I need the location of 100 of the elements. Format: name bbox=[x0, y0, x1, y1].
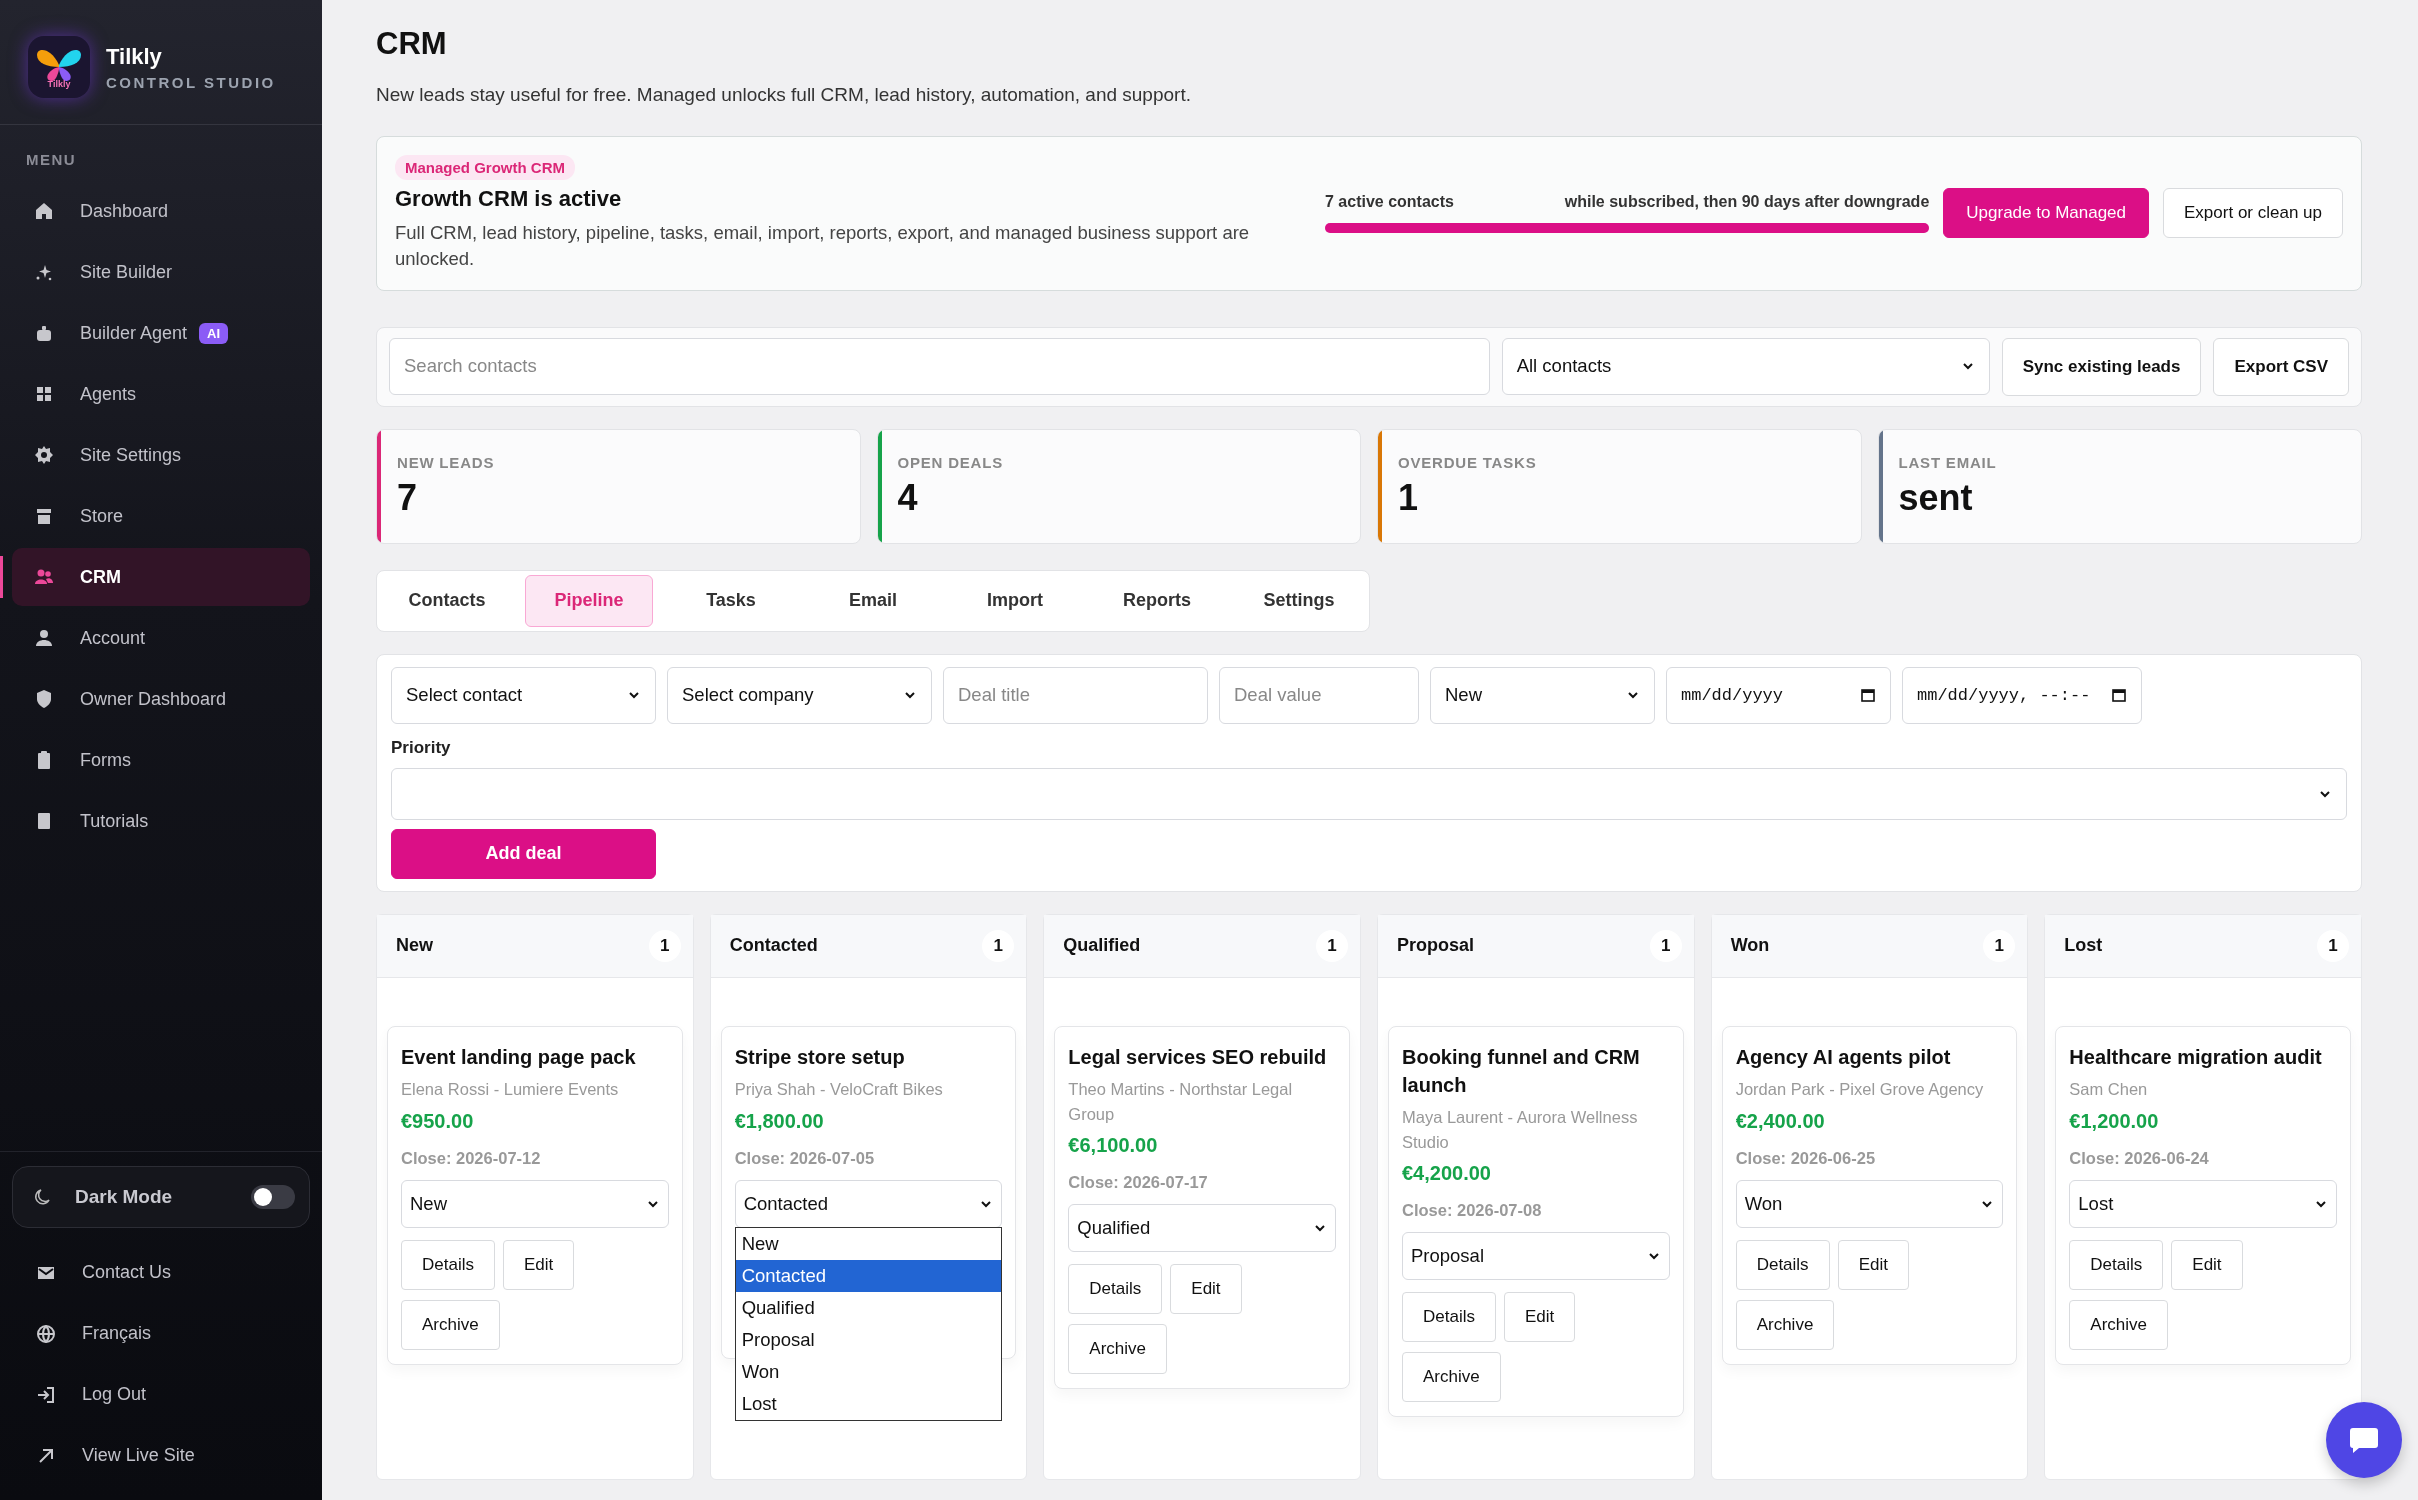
nav-item[interactable]: Agents bbox=[12, 365, 310, 423]
tab[interactable]: Import bbox=[951, 574, 1079, 627]
moon-icon bbox=[33, 1188, 51, 1206]
column-title: Won bbox=[1730, 935, 1770, 957]
stat-label: OPEN DEALS bbox=[897, 453, 1004, 471]
card-action-button[interactable]: Archive bbox=[1068, 1324, 1167, 1375]
globe-icon bbox=[36, 1323, 56, 1344]
dropdown-option[interactable]: Proposal bbox=[735, 1323, 1002, 1356]
column-title: New bbox=[396, 935, 433, 957]
dark-mode-label: Dark Mode bbox=[75, 1186, 174, 1208]
nav-item[interactable]: Builder Agent AI bbox=[12, 304, 310, 362]
stat-value: sent bbox=[1898, 476, 1974, 519]
card-action-button[interactable]: Archive bbox=[401, 1299, 500, 1350]
column-title: Lost bbox=[2064, 935, 2103, 957]
users-icon bbox=[34, 567, 54, 587]
card-action-button[interactable]: Archive bbox=[2069, 1299, 2168, 1350]
nav-item[interactable]: Store bbox=[12, 487, 310, 545]
deal-title: Stripe store setup bbox=[734, 1044, 906, 1070]
footer-link[interactable]: Contact Us bbox=[12, 1242, 310, 1303]
nav-item[interactable]: Owner Dashboard bbox=[12, 670, 310, 728]
card-action-button[interactable]: Archive bbox=[1402, 1352, 1501, 1403]
card-action-button[interactable]: Details bbox=[1402, 1292, 1496, 1343]
menu-heading: MENU bbox=[25, 150, 78, 170]
card-action-button[interactable]: Edit bbox=[1503, 1292, 1576, 1343]
deal-value: €950.00 bbox=[401, 1109, 475, 1133]
stage-dropdown[interactable]: Qualified bbox=[1068, 1204, 1336, 1253]
toolbar-button[interactable]: Sync existing leads bbox=[2001, 337, 2202, 396]
close-date: Close: 2026-07-08 bbox=[1402, 1201, 1543, 1221]
tab[interactable]: Pipeline bbox=[525, 574, 653, 627]
export-button[interactable]: Export or clean up bbox=[2163, 188, 2343, 239]
card-action-button[interactable]: Edit bbox=[502, 1239, 575, 1290]
nav-item[interactable]: Dashboard bbox=[12, 182, 310, 240]
dropdown-option[interactable]: Lost bbox=[735, 1387, 1002, 1420]
contact-filter-dropdown[interactable]: All contacts bbox=[1501, 337, 1990, 395]
tab[interactable]: Email bbox=[809, 574, 937, 627]
card-action-button[interactable]: Archive bbox=[1735, 1299, 1835, 1350]
chat-bubble-icon bbox=[2349, 1426, 2379, 1454]
usage-note: while subscribed, then 90 days after downgrade bbox=[1564, 193, 1930, 212]
deal-title: Healthcare migration audit bbox=[2069, 1044, 2323, 1070]
plan-badge: Managed Growth CRM bbox=[395, 155, 575, 180]
count-badge: 1 bbox=[648, 929, 681, 962]
close-date: Close: 2026-06-24 bbox=[2069, 1148, 2210, 1168]
stage-dropdown[interactable]: Won bbox=[1735, 1179, 2004, 1228]
stage-dropdown[interactable]: Contacted bbox=[734, 1179, 1003, 1228]
tab[interactable]: Contacts bbox=[383, 574, 511, 627]
stage-dropdown[interactable]: Lost bbox=[2069, 1179, 2337, 1228]
search-field[interactable]: Search contacts bbox=[389, 337, 1490, 395]
deal-value: €2,400.00 bbox=[1735, 1109, 1826, 1133]
date-field[interactable]: mm/dd/yyyy bbox=[1666, 666, 1891, 724]
dropdown-option[interactable]: Won bbox=[735, 1355, 1002, 1388]
card-action-button[interactable]: Details bbox=[2069, 1239, 2164, 1290]
dropdown-option[interactable]: Qualified bbox=[735, 1291, 1002, 1324]
card-action-button[interactable]: Edit bbox=[2171, 1239, 2243, 1290]
card-action-button[interactable]: Details bbox=[401, 1239, 495, 1290]
card-action-button[interactable]: Edit bbox=[1170, 1264, 1242, 1315]
card-action-button[interactable]: Edit bbox=[1837, 1239, 1909, 1290]
form-dropdown[interactable]: Select company bbox=[667, 666, 932, 724]
column-title: Contacted bbox=[729, 935, 818, 957]
page-title: CRM bbox=[376, 26, 448, 62]
shield-icon bbox=[34, 689, 54, 709]
stat-label: NEW LEADS bbox=[397, 453, 496, 471]
card-action-button[interactable]: Details bbox=[1735, 1239, 1830, 1290]
stage-dropdown[interactable]: New bbox=[401, 1179, 669, 1228]
nav-item[interactable]: Account bbox=[12, 609, 310, 667]
login-icon bbox=[36, 1384, 56, 1405]
dropdown-option[interactable]: Contacted bbox=[735, 1259, 1002, 1292]
chat-button[interactable] bbox=[2326, 1402, 2402, 1478]
toolbar-button[interactable]: Export CSV bbox=[2213, 337, 2349, 396]
deal-contact: Elena Rossi - Lumiere Events bbox=[401, 1078, 620, 1100]
footer-link[interactable]: Français bbox=[12, 1303, 310, 1364]
form-dropdown[interactable]: New bbox=[1430, 666, 1655, 724]
upgrade-button[interactable]: Upgrade to Managed bbox=[1943, 188, 2150, 239]
stat-value: 1 bbox=[1398, 476, 1420, 519]
deal-title: Event landing page pack bbox=[401, 1044, 637, 1070]
deal-value: €1,800.00 bbox=[734, 1109, 825, 1133]
nav-item[interactable]: Forms bbox=[12, 731, 310, 789]
deal-title: Booking funnel and CRM launch bbox=[1402, 1044, 1641, 1098]
form-input[interactable]: Deal value bbox=[1219, 666, 1419, 724]
dropdown-option[interactable]: New bbox=[735, 1227, 1002, 1260]
column-title: Proposal bbox=[1397, 935, 1474, 957]
card-action-button[interactable]: Details bbox=[1068, 1264, 1163, 1315]
form-input[interactable]: Deal title bbox=[943, 666, 1208, 724]
dark-mode-toggle[interactable] bbox=[251, 1185, 295, 1209]
tab[interactable]: Settings bbox=[1235, 574, 1363, 627]
footer-link[interactable]: View Live Site bbox=[12, 1425, 310, 1486]
date-field[interactable]: mm/dd/yyyy, --:-- bbox=[1902, 666, 2142, 724]
nav-item[interactable]: Site Settings bbox=[12, 426, 310, 484]
brand-name: Tilkly bbox=[106, 43, 163, 70]
tab[interactable]: Tasks bbox=[667, 574, 795, 627]
stat-value: 7 bbox=[397, 476, 419, 519]
footer-link[interactable]: Log Out bbox=[12, 1364, 310, 1425]
form-dropdown[interactable]: Select contact bbox=[391, 666, 656, 724]
page-subtitle: New leads stay useful for free. Managed unlocks full CRM, lead history, automation, and support. bbox=[376, 84, 1192, 106]
deal-value: €4,200.00 bbox=[1402, 1162, 1492, 1186]
priority-label: Priority bbox=[391, 737, 452, 758]
nav-item[interactable]: Site Builder bbox=[12, 243, 310, 301]
nav-item[interactable]: Tutorials bbox=[12, 792, 310, 850]
tab[interactable]: Reports bbox=[1093, 574, 1221, 627]
add-deal-button[interactable]: Add deal bbox=[391, 828, 656, 879]
stage-dropdown[interactable]: Proposal bbox=[1402, 1232, 1670, 1281]
